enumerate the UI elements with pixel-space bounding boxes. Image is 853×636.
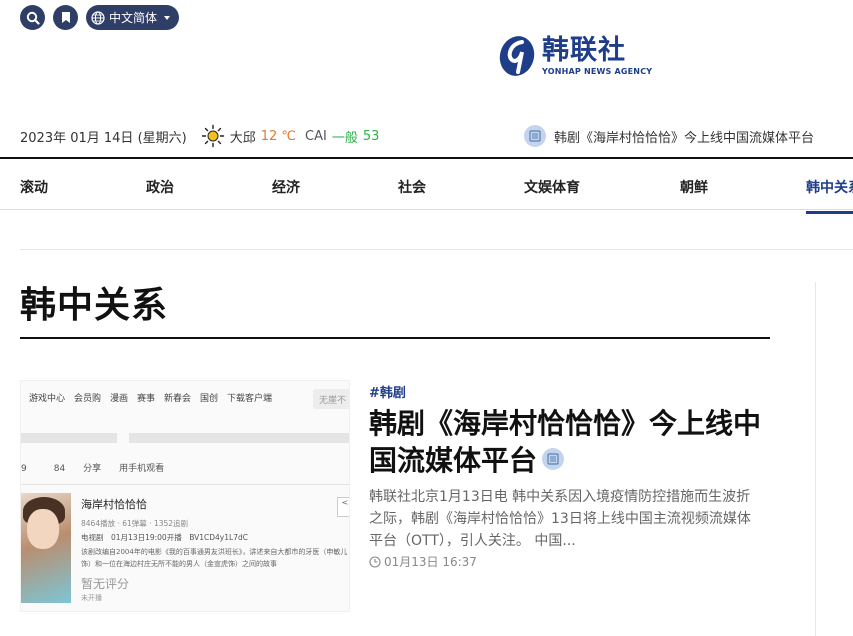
current-date: 2023年 01月 14日 (星期六) bbox=[20, 130, 187, 146]
logo-text: 韩联社 YONHAP NEWS AGENCY bbox=[542, 34, 653, 76]
weather-city: 大邱 bbox=[229, 130, 256, 146]
sidebar-divider bbox=[815, 282, 816, 636]
thumb-nav-bar: 游戏中心 会员购 漫画 赛事 新春会 国创 下载客户端 bbox=[29, 394, 273, 404]
top-utility-bar: 中文简体 bbox=[20, 5, 180, 30]
headline-text[interactable]: 韩剧《海岸村恰恰恰》今上线中国流媒体平台 bbox=[369, 407, 761, 477]
thumb-placeholder-bar bbox=[21, 433, 117, 443]
page-title: 韩中关系 bbox=[20, 285, 169, 326]
thumb-poster-image bbox=[21, 493, 71, 603]
site-logo[interactable]: 韩联社 YONHAP NEWS AGENCY bbox=[498, 34, 652, 78]
cai-status: 一般 bbox=[331, 130, 358, 146]
article-tag[interactable]: #韩剧 bbox=[369, 382, 406, 401]
info-bar: 2023年 01月 14日 (星期六) 大邱 12 ℃ CAI 一般 53 韩剧… bbox=[20, 124, 853, 148]
chevron-down-icon bbox=[164, 15, 171, 20]
nav-item-economy[interactable]: 经济 bbox=[272, 177, 300, 197]
ticker-headline[interactable]: 韩剧《海岸村恰恰恰》今上线中国流媒体平台 bbox=[554, 127, 814, 146]
search-icon bbox=[26, 11, 40, 25]
divider bbox=[20, 249, 853, 250]
clock-icon bbox=[369, 555, 381, 568]
article-summary[interactable]: 韩联社北京1月13日电 韩中关系因入境疫情防控措施而生波折之际，韩剧《海岸村恰恰… bbox=[369, 486, 761, 552]
language-selector[interactable]: 中文简体 bbox=[86, 5, 180, 30]
thumb-show-meta: 8464播放 · 61弹幕 · 1352追剧 bbox=[81, 519, 189, 528]
bookmark-button[interactable] bbox=[53, 5, 78, 30]
nav-item-entertainment-sports[interactable]: 文娱体育 bbox=[524, 177, 580, 197]
article-icon bbox=[524, 125, 546, 147]
bookmark-icon bbox=[61, 12, 70, 23]
thumb-show-meta-2: 电视剧 01月13日19:00开播 BV1CD4y1L7dC bbox=[81, 533, 248, 542]
thumb-search-box: 无崖不 bbox=[313, 389, 349, 409]
thumb-placeholder-bar bbox=[129, 433, 349, 443]
nav-item-north-korea[interactable]: 朝鲜 bbox=[680, 177, 708, 197]
thumb-show-description: 该剧改编自2004年的电影《我的百事通男友洪班长》，讲述来自大都市的牙医（申敏儿… bbox=[81, 548, 348, 568]
thumb-divider bbox=[21, 484, 349, 485]
language-label: 中文简体 bbox=[109, 11, 158, 25]
title-underline bbox=[20, 337, 770, 339]
thumb-show-score: 暂无评分 bbox=[81, 577, 130, 591]
cai-label: CAI bbox=[305, 128, 327, 144]
thumb-share-icon: < bbox=[337, 497, 349, 517]
globe-icon bbox=[91, 10, 105, 25]
thumb-show-status: 未开播 bbox=[81, 594, 102, 602]
weather-temperature: 12 ℃ bbox=[260, 128, 297, 144]
article-headline[interactable]: 韩剧《海岸村恰恰恰》今上线中国流媒体平台 bbox=[369, 405, 767, 479]
article-timestamp: 01月13日 16:37 bbox=[369, 553, 477, 570]
sun-icon bbox=[201, 124, 224, 148]
cai-value: 53 bbox=[362, 128, 380, 144]
article-thumbnail[interactable]: 游戏中心 会员购 漫画 赛事 新春会 国创 下载客户端 无崖不 9 84 分享 … bbox=[20, 380, 350, 612]
nav-item-society[interactable]: 社会 bbox=[398, 177, 426, 197]
logo-name-cn: 韩联社 bbox=[542, 34, 626, 66]
article-icon bbox=[542, 448, 565, 470]
yonhap-logo-icon bbox=[499, 36, 535, 76]
nav-item-scroll[interactable]: 滚动 bbox=[20, 177, 48, 197]
thumb-show-title: 海岸村恰恰恰 bbox=[81, 498, 147, 511]
article-time: 01月13日 16:37 bbox=[384, 555, 477, 569]
nav-item-politics[interactable]: 政治 bbox=[146, 177, 174, 197]
weather-widget[interactable]: 大邱 12 ℃ CAI 一般 53 bbox=[201, 124, 380, 148]
poster-face bbox=[27, 509, 59, 549]
nav-item-korea-china[interactable]: 韩中关系 bbox=[806, 177, 853, 214]
main-nav: 滚动 政治 经济 社会 文娱体育 朝鲜 韩中关系 bbox=[0, 157, 853, 214]
logo-name-en: YONHAP NEWS AGENCY bbox=[542, 66, 653, 76]
thumb-action-row: 9 84 分享 用手机观看 bbox=[21, 464, 165, 474]
news-ticker[interactable]: 韩剧《海岸村恰恰恰》今上线中国流媒体平台 bbox=[524, 125, 814, 147]
search-button[interactable] bbox=[20, 5, 45, 30]
